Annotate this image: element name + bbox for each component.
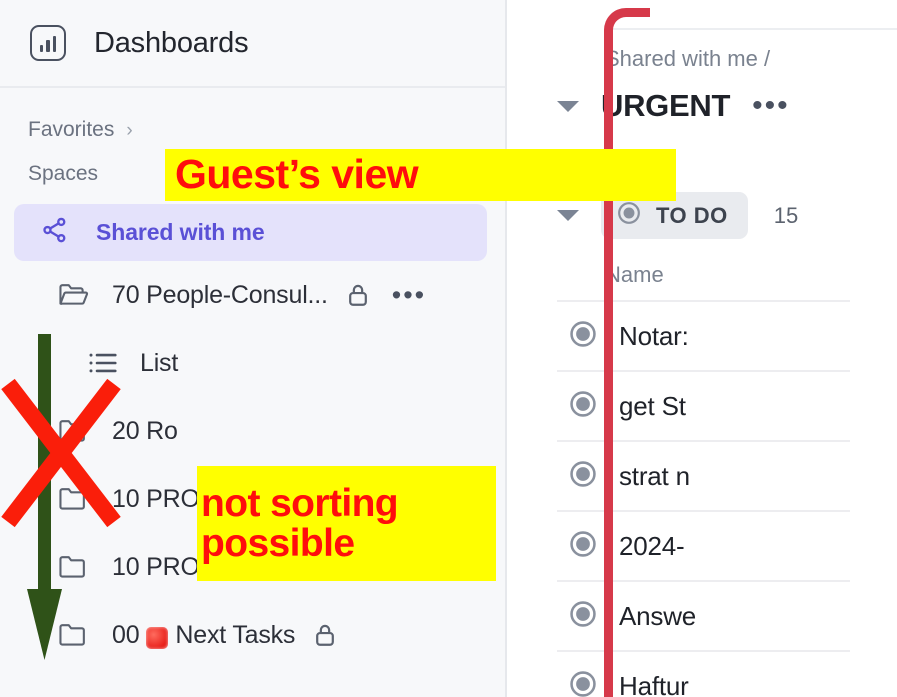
caret-down-icon[interactable] [557, 210, 579, 221]
task-list: Notar: get St strat n 2024- Answe Haftur [557, 300, 850, 697]
status-circle-icon[interactable] [569, 530, 597, 563]
favorites-label: Favorites [28, 118, 115, 141]
status-circle-icon[interactable] [569, 460, 597, 493]
table-row[interactable]: Notar: [557, 300, 850, 370]
task-name: Haftur [619, 670, 689, 697]
guest-view-annotation: Guest’s view [165, 149, 676, 201]
page-title: Dashboards [94, 26, 249, 59]
status-circle-icon[interactable] [569, 600, 597, 633]
breadcrumb[interactable]: Shared with me / [605, 46, 770, 72]
status-circle-icon [617, 201, 641, 230]
sidebar-item-label-prefix: 00 [112, 620, 140, 649]
task-name: Notar: [619, 320, 689, 351]
view-title: URGENT [601, 88, 731, 123]
task-name: get St [619, 390, 686, 421]
sidebar-item-label: List [140, 348, 179, 377]
status-count: 15 [773, 202, 799, 228]
sidebar-item-label: 10 PRO [112, 484, 200, 513]
task-name: 2024- [619, 530, 685, 561]
chevron-right-icon[interactable]: › [126, 121, 132, 140]
table-row[interactable]: 2024- [557, 510, 850, 580]
sidebar-item-label: 70 People-Consul... [112, 280, 328, 309]
dashboard-chart-icon [30, 25, 66, 61]
caret-down-icon[interactable] [557, 100, 579, 112]
table-row[interactable]: get St [557, 370, 850, 440]
status-label: TO DO [656, 202, 728, 228]
share-nodes-icon [40, 215, 70, 250]
app-root: Dashboards Favorites › Spaces Shared wit… [0, 0, 897, 697]
status-circle-icon[interactable] [569, 390, 597, 423]
red-emoji-icon [146, 627, 169, 649]
column-header-name[interactable]: Name [605, 262, 664, 288]
view-more-button[interactable]: ••• [752, 91, 790, 121]
sidebar-item-more-button[interactable]: ••• [392, 281, 426, 308]
task-name: strat n [619, 460, 690, 491]
sidebar-header[interactable]: Dashboards [0, 0, 505, 88]
sidebar-item-shared-with-me[interactable]: Shared with me [14, 204, 487, 261]
status-circle-icon[interactable] [569, 320, 597, 353]
divider [604, 28, 897, 30]
sidebar-item-00-next-tasks[interactable]: 00 Next Tasks [0, 601, 505, 669]
folder-open-icon [58, 281, 90, 309]
table-row[interactable]: Answe [557, 580, 850, 650]
lock-icon [313, 622, 337, 648]
status-circle-icon[interactable] [569, 670, 597, 697]
guest-view-annotation-text: Guest’s view [175, 151, 419, 198]
not-sorting-annotation: not sorting possible [197, 466, 496, 581]
table-row[interactable]: strat n [557, 440, 850, 510]
spaces-label: Spaces [28, 162, 99, 185]
sidebar-item-label: Shared with me [96, 219, 265, 245]
sidebar-item-favorites[interactable]: Favorites › [0, 110, 505, 150]
lock-icon [346, 282, 370, 308]
table-row[interactable]: Haftur [557, 650, 850, 697]
red-x-annotation [1, 378, 121, 528]
task-name: Answe [619, 600, 697, 631]
not-sorting-annotation-text: not sorting possible [201, 481, 399, 565]
sidebar: Dashboards Favorites › Spaces Shared wit… [0, 0, 507, 697]
sidebar-item-70-people-consul[interactable]: 70 People-Consul... ••• [0, 261, 505, 329]
main-content: Shared with me / URGENT ••• TO DO 15 Nam… [509, 0, 897, 697]
view-title-row: URGENT ••• [557, 88, 790, 124]
sidebar-item-label-suffix: Next Tasks [175, 620, 296, 649]
